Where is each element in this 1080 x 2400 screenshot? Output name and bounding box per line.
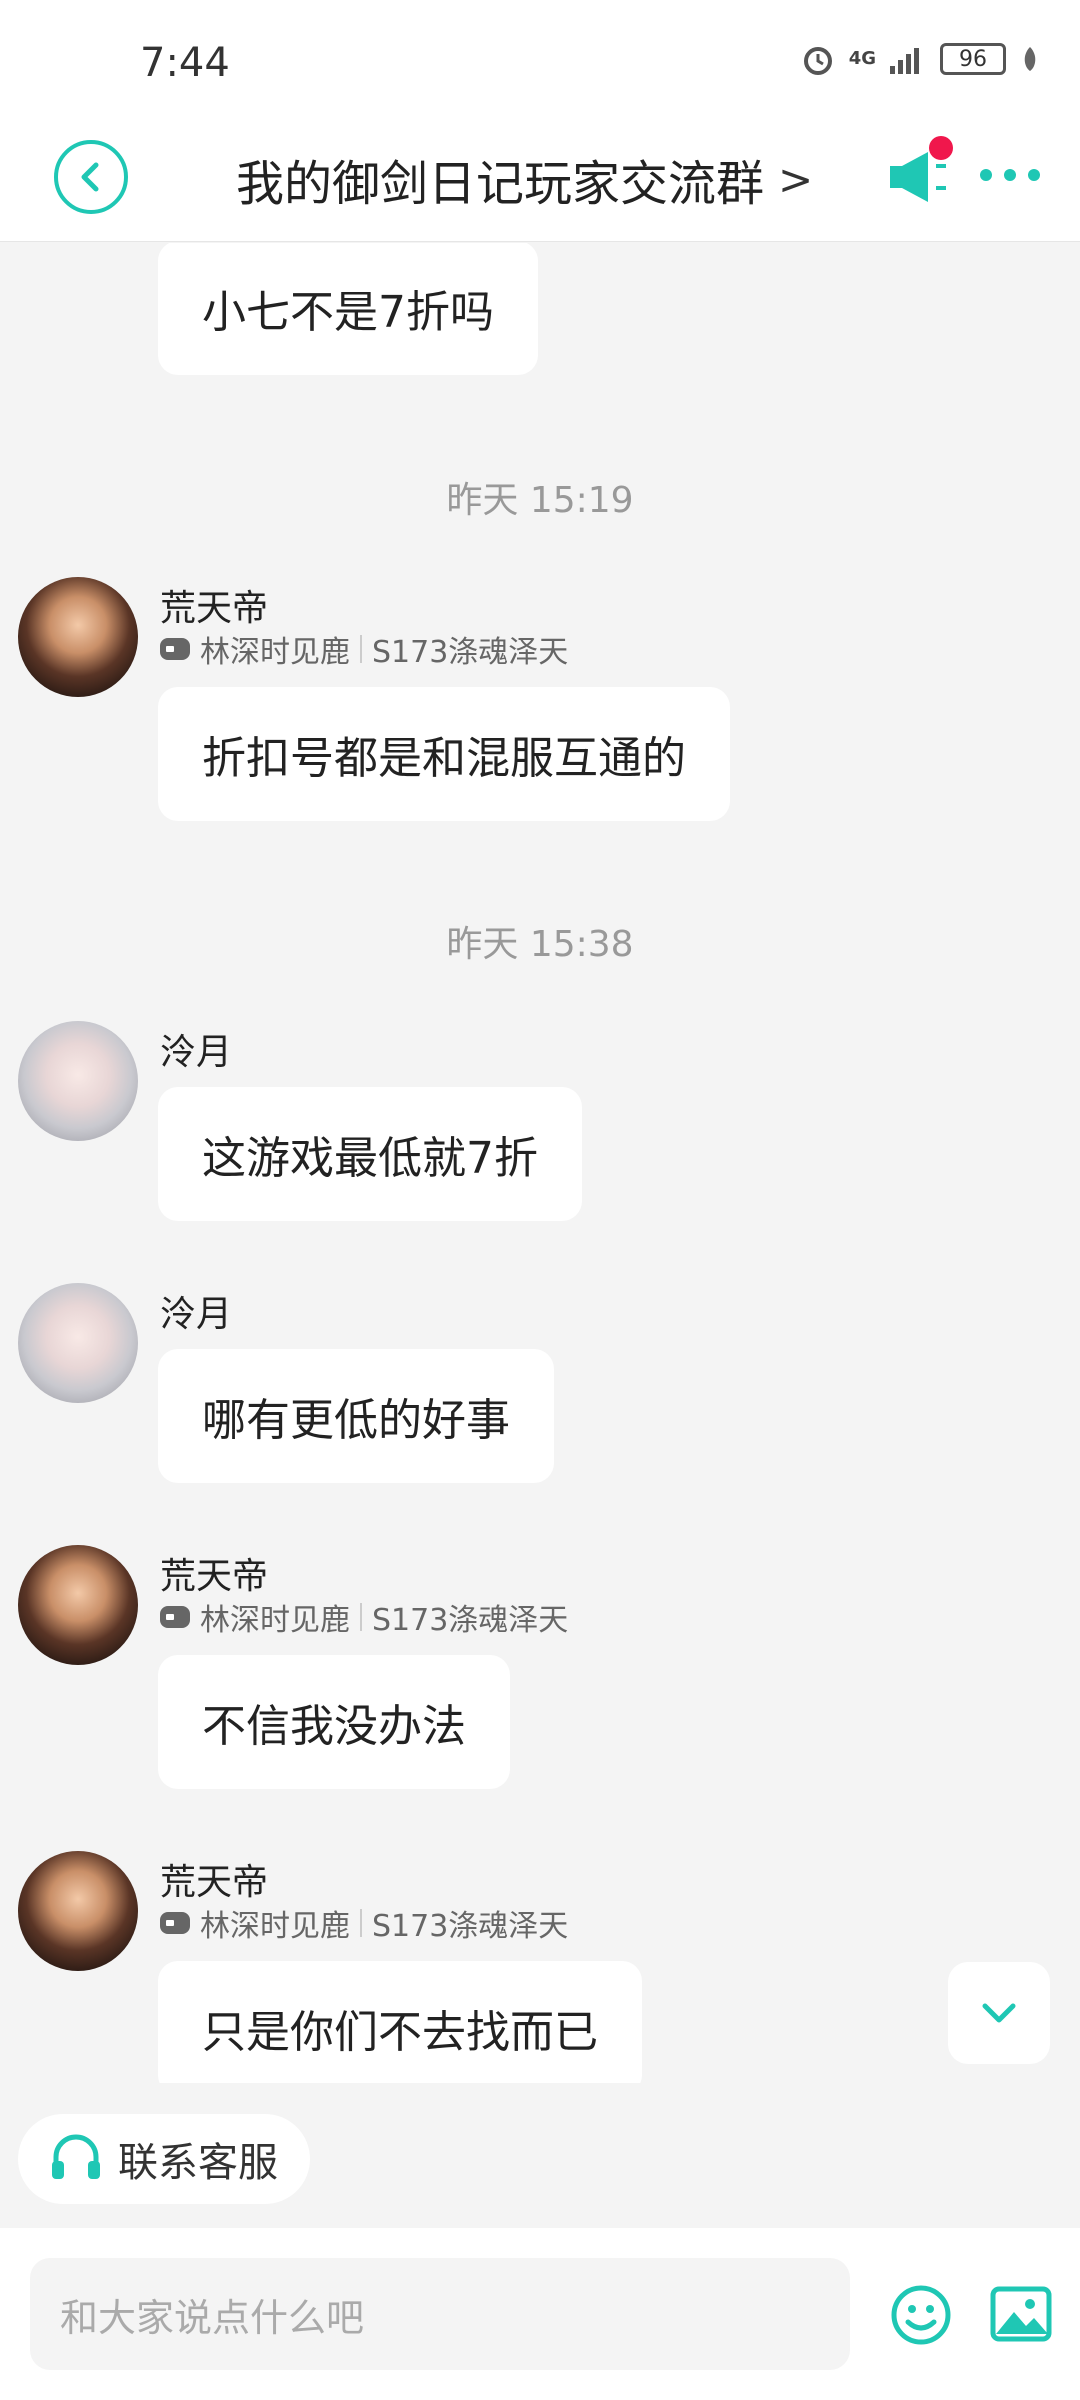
gamepad-icon [160,1606,190,1628]
chevron-right-icon: > [778,154,814,204]
timestamp: 昨天 15:38 [446,924,634,965]
signal-icon [890,48,919,74]
sender-name: 泠月 [160,1294,233,1335]
scroll-to-bottom-button[interactable] [948,1962,1050,2064]
avatar[interactable] [18,1283,138,1403]
more-options-button[interactable] [980,160,1040,190]
chevron-down-icon [982,2003,1016,2023]
status-time: 7:44 [140,40,230,86]
alarm-icon [803,47,832,75]
group-title-text: 我的御剑日记玩家交流群 [236,156,765,212]
role-name: S173涤魂泽天 [372,635,569,670]
notification-dot [929,136,953,160]
message-bubble[interactable]: 折扣号都是和混服互通的 [158,687,730,821]
role-name: S173涤魂泽天 [372,1909,569,1944]
image-icon[interactable] [990,2286,1052,2342]
gamepad-icon [160,1912,190,1934]
server-name: 林深时见鹿 [200,1603,350,1638]
status-icons: 4G 96 [801,42,1040,76]
group-title[interactable]: 我的御剑日记玩家交流群 > [236,144,813,214]
gamepad-icon [160,638,190,660]
battery-indicator: 96 [940,43,1006,75]
role-name: S173涤魂泽天 [372,1603,569,1638]
chat-header: 我的御剑日记玩家交流群 > [0,120,1080,242]
message-bubble[interactable]: 只是你们不去找而已 [158,1961,642,2083]
avatar[interactable] [18,1851,138,1971]
composer-bar: 和大家说点什么吧 [0,2228,1080,2400]
sender-meta: 林深时见鹿 S173涤魂泽天 [160,1595,568,1639]
message-bubble[interactable]: 哪有更低的好事 [158,1349,554,1483]
dot-icon [980,169,992,181]
divider [360,635,362,663]
sender-name: 泠月 [160,1032,233,1073]
chevron-left-icon [81,162,99,192]
server-name: 林深时见鹿 [200,635,350,670]
message-list[interactable]: 小七不是7折吗 昨天 15:19 荒天帝 林深时见鹿 S173涤魂泽天 折扣号都… [0,243,1080,2083]
dot-icon [1028,169,1040,181]
avatar[interactable] [18,1545,138,1665]
avatar[interactable] [18,577,138,697]
timestamp: 昨天 15:19 [446,480,634,521]
headset-icon [52,2134,100,2179]
divider [360,1603,362,1631]
avatar[interactable] [18,1021,138,1141]
sender-name: 荒天帝 [160,588,269,629]
back-button[interactable] [54,140,128,214]
sender-meta: 林深时见鹿 S173涤魂泽天 [160,1901,568,1945]
message-bubble[interactable]: 这游戏最低就7折 [158,1087,582,1221]
message-bubble[interactable]: 不信我没办法 [158,1655,510,1789]
contact-service-label: 联系客服 [118,2140,278,2186]
sender-name: 荒天帝 [160,1556,269,1597]
divider [360,1909,362,1937]
message-bubble[interactable]: 小七不是7折吗 [158,243,538,375]
message-input[interactable]: 和大家说点什么吧 [30,2258,850,2370]
sender-meta: 林深时见鹿 S173涤魂泽天 [160,627,568,671]
network-label: 4G [848,48,876,69]
contact-service-button[interactable]: 联系客服 [18,2114,310,2204]
emoji-icon[interactable] [890,2284,952,2346]
dot-icon [1004,169,1016,181]
server-name: 林深时见鹿 [200,1909,350,1944]
sender-name: 荒天帝 [160,1862,269,1903]
leaf-icon [1024,47,1036,71]
status-bar: 7:44 4G 96 [0,0,1080,120]
